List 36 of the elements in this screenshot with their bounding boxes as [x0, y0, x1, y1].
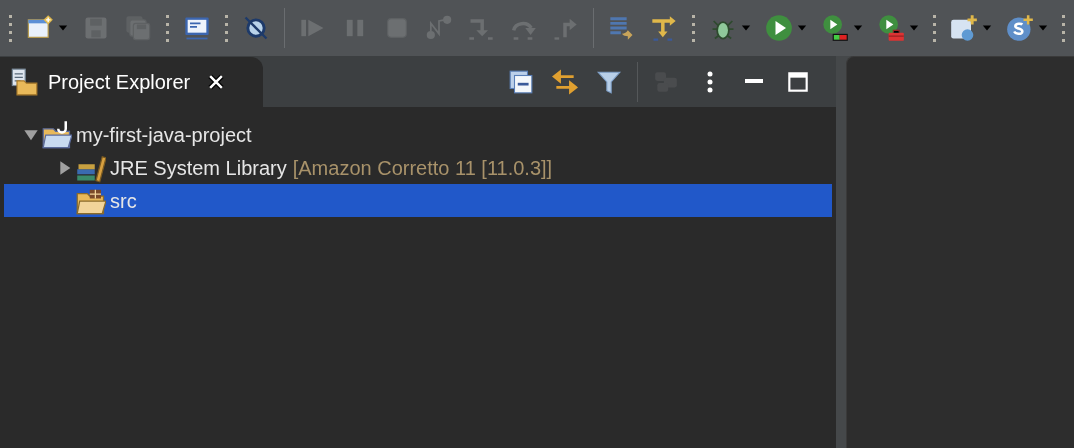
tree-item-decoration: [Amazon Corretto 11 [11.0.3]] [292, 155, 553, 181]
caret-icon [58, 23, 68, 33]
kebab-menu-icon [707, 70, 713, 93]
tree-item[interactable]: my-first-java-project [4, 118, 832, 151]
disconnect-icon [425, 14, 453, 42]
toolbar-grip[interactable] [692, 14, 695, 42]
tab-title: Project Explorer [48, 70, 191, 95]
tree-item-label: src [110, 188, 137, 214]
play-toolbox-icon [877, 14, 905, 42]
caret-icon [853, 23, 863, 33]
caret-icon [982, 23, 992, 33]
document-folder-icon [10, 68, 38, 96]
caret-icon [741, 23, 751, 33]
java-project-folder-icon [42, 119, 72, 150]
toolbar-grip[interactable] [1062, 14, 1065, 42]
tree-item[interactable]: JRE System Library [Amazon Corretto 11 [11.0.3]] [4, 151, 832, 184]
collapse-all-icon [508, 68, 534, 95]
branch-arrows-icon [650, 14, 678, 42]
toolbar-grip[interactable] [225, 14, 228, 42]
swap-arrows-icon [552, 68, 578, 95]
tree-item-label: my-first-java-project [76, 122, 252, 148]
view-tab[interactable]: Project Explorer [0, 57, 263, 107]
toolbar-grip[interactable] [166, 14, 169, 42]
toolbar-grip[interactable] [933, 14, 936, 42]
tree-item[interactable]: src [4, 184, 832, 217]
new-s-circle-icon [1006, 14, 1034, 42]
floppy-disks-icon [124, 14, 152, 42]
caret-icon [909, 23, 919, 33]
toolbar-grip[interactable] [9, 14, 12, 42]
minimize-icon [744, 79, 764, 84]
play-icon [765, 14, 793, 42]
caret-icon [797, 23, 807, 33]
play-bar-icon [821, 14, 849, 42]
crossed-circle-icon [242, 14, 270, 42]
caret-icon [1038, 23, 1048, 33]
tree-item-label: JRE System Library [110, 155, 287, 181]
